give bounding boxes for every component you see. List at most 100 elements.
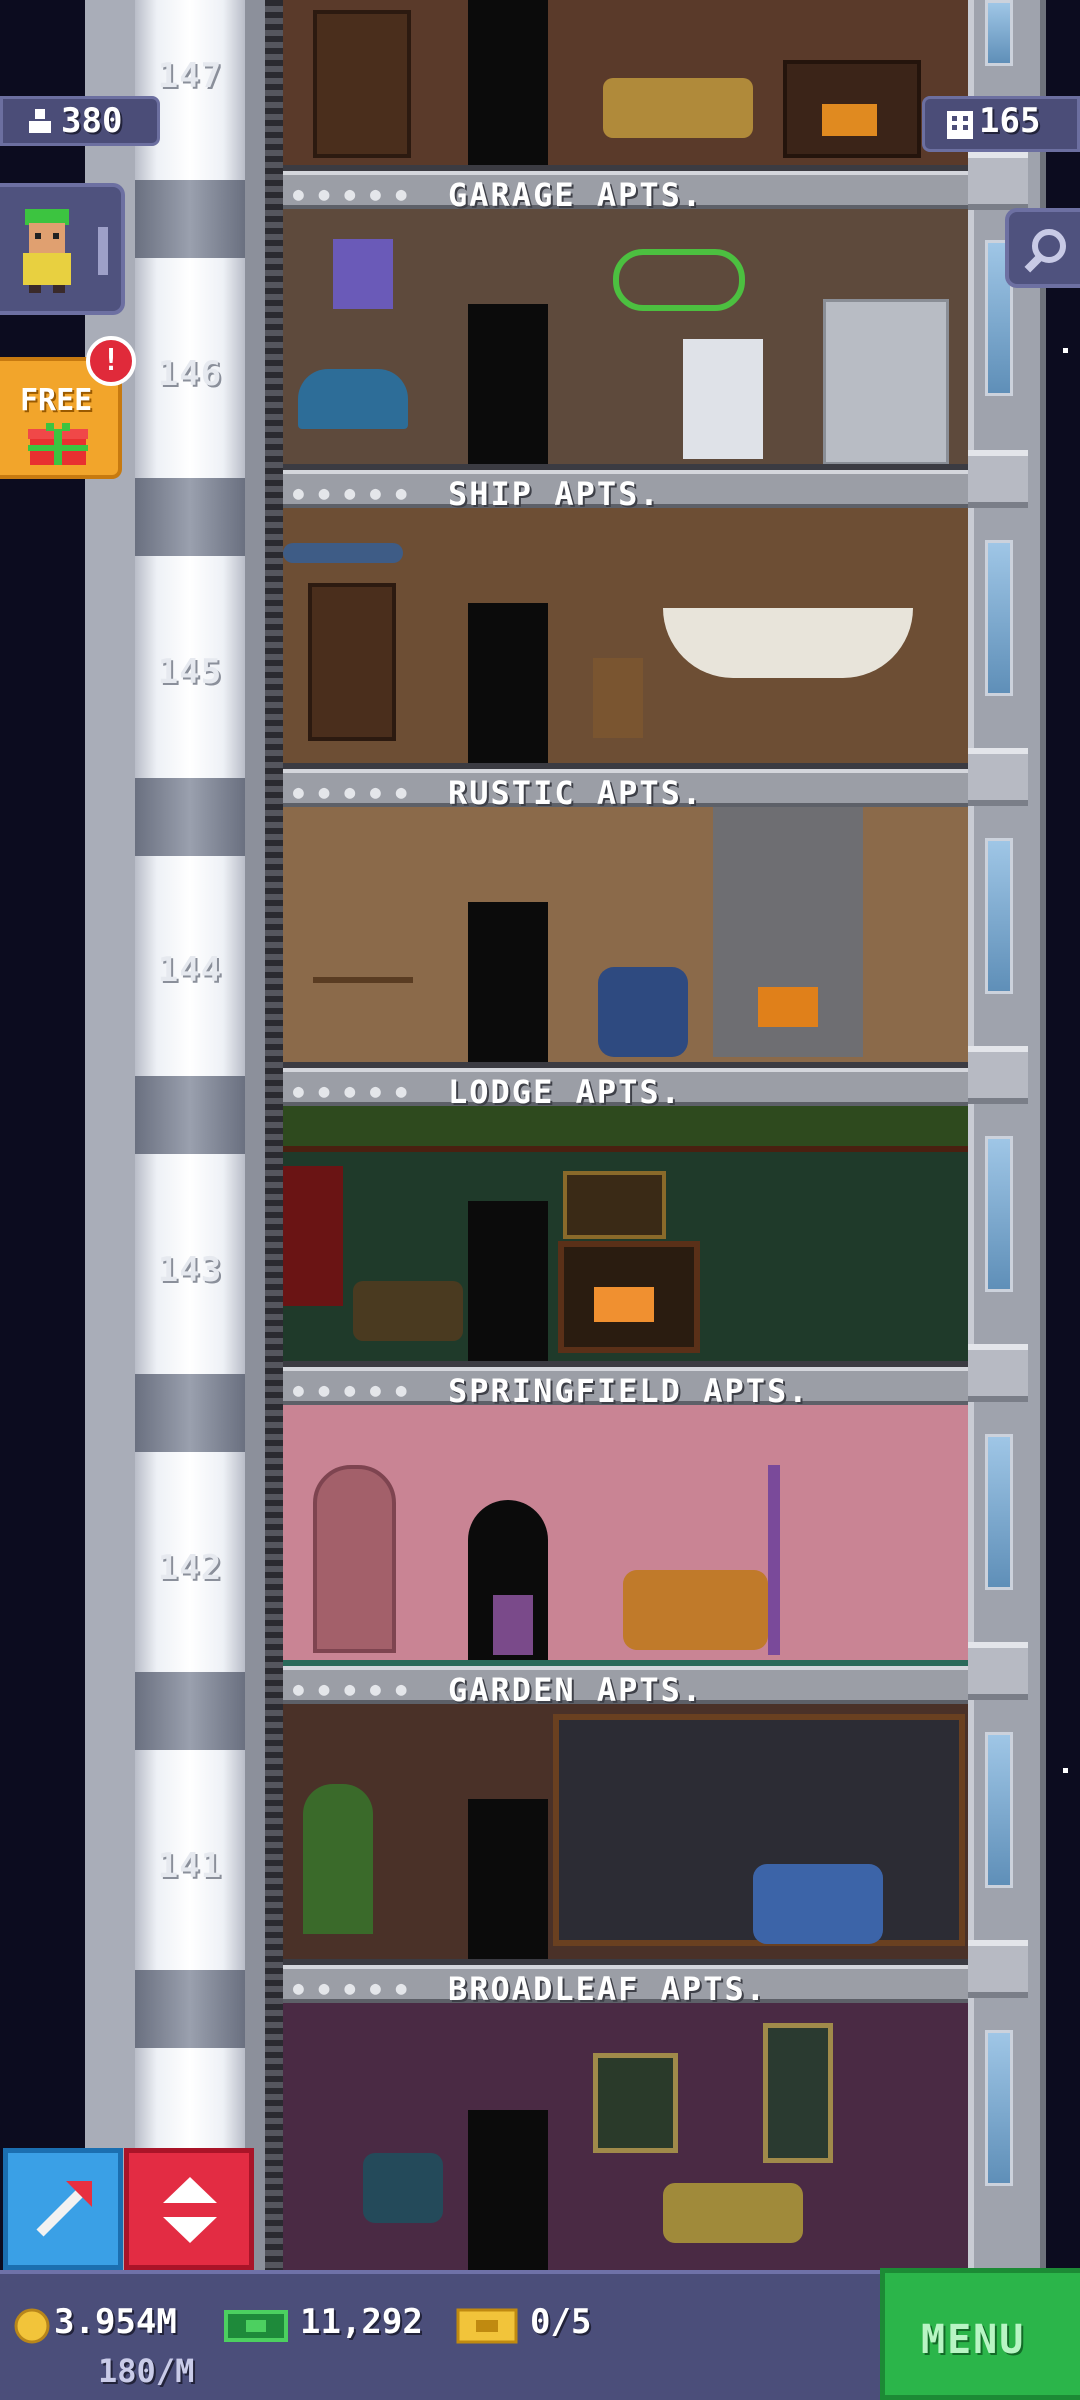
hammock bbox=[663, 608, 913, 678]
tower-ledge bbox=[968, 450, 1028, 508]
floor-lamp bbox=[768, 1465, 780, 1655]
tower-window bbox=[985, 1732, 1013, 1888]
floor-count-value: 165 bbox=[979, 101, 1041, 141]
side-table bbox=[493, 1595, 533, 1655]
ticket-icon bbox=[456, 2308, 518, 2344]
floor-sign: ● ● ● ● ● LODGE APTS. bbox=[283, 1068, 968, 1111]
room-interior bbox=[283, 0, 968, 165]
elevator-updown-icon bbox=[163, 2177, 217, 2243]
room-interior bbox=[283, 1106, 968, 1361]
floor-146[interactable]: ● ● ● ● ● GARAGE APTS. bbox=[283, 171, 968, 470]
floor-141[interactable]: ● ● ● ● ● GARDEN APTS. bbox=[283, 1666, 968, 1965]
storage-box bbox=[333, 239, 393, 309]
room-door bbox=[468, 2110, 548, 2280]
sofa bbox=[753, 1864, 883, 1944]
shaft-band bbox=[135, 478, 245, 556]
exclamation-icon bbox=[98, 227, 108, 275]
tower-ledge bbox=[968, 1940, 1028, 1998]
person-icon bbox=[29, 109, 51, 133]
painting bbox=[763, 2023, 833, 2163]
shaft-band bbox=[135, 1374, 245, 1452]
armchair bbox=[598, 967, 688, 1057]
room-door bbox=[468, 603, 548, 763]
tower-window bbox=[985, 838, 1013, 994]
motorcycle bbox=[298, 369, 408, 429]
star-rating: ● ● ● ● ● bbox=[293, 782, 409, 803]
elevator-arrow-icon bbox=[36, 2181, 92, 2237]
floor-144[interactable]: ● ● ● ● ● RUSTIC APTS. bbox=[283, 769, 968, 1068]
menu-label: MENU bbox=[921, 2317, 1026, 2363]
elevator-shaft[interactable] bbox=[135, 0, 245, 2280]
search-button[interactable] bbox=[1005, 208, 1080, 288]
painting bbox=[593, 2053, 678, 2153]
room-door bbox=[468, 902, 548, 1062]
floor-147[interactable] bbox=[283, 0, 968, 171]
free-label: FREE bbox=[20, 383, 93, 418]
arched-door bbox=[313, 1465, 396, 1653]
search-icon bbox=[1024, 229, 1066, 273]
star-rating: ● ● ● ● ● bbox=[293, 184, 409, 205]
population-value: 380 bbox=[61, 101, 123, 141]
room-interior bbox=[283, 209, 968, 465]
star bbox=[1063, 1768, 1068, 1773]
star-rating: ● ● ● ● ● bbox=[293, 1380, 409, 1401]
gift-icon bbox=[28, 423, 88, 465]
floor-142[interactable]: ● ● ● ● ● SPRINGFIELD APTS. bbox=[283, 1367, 968, 1666]
star-rating: ● ● ● ● ● bbox=[293, 1081, 409, 1102]
floor-140[interactable]: ● ● ● ● ● BROADLEAF APTS. bbox=[283, 1965, 968, 2280]
elevator-rail bbox=[265, 0, 283, 2280]
plant bbox=[303, 1784, 373, 1934]
fireplace bbox=[558, 1241, 700, 1353]
star bbox=[1063, 348, 1068, 353]
tower-window bbox=[985, 1434, 1013, 1590]
floor-sign: ● ● ● ● ● RUSTIC APTS. bbox=[283, 769, 968, 812]
floor-counter: 165 bbox=[922, 96, 1080, 152]
tower-ledge bbox=[968, 152, 1028, 210]
floor-145[interactable]: ● ● ● ● ● SHIP APTS. bbox=[283, 470, 968, 769]
notification-badge: ! bbox=[86, 336, 136, 386]
building-icon bbox=[947, 111, 973, 139]
tower-window bbox=[985, 0, 1013, 66]
tower-ledge bbox=[968, 748, 1028, 806]
room-interior bbox=[283, 508, 968, 763]
menu-button[interactable]: MENU bbox=[880, 2268, 1080, 2400]
painting bbox=[563, 1171, 666, 1239]
barrel bbox=[593, 658, 643, 738]
beams bbox=[283, 1106, 968, 1152]
sofa bbox=[353, 1281, 463, 1341]
swordfish bbox=[283, 543, 403, 563]
income-rate: 180/M bbox=[98, 2352, 195, 2390]
room-door bbox=[468, 304, 548, 464]
sofa bbox=[603, 78, 753, 138]
floor-sign: ● ● ● ● ● GARDEN APTS. bbox=[283, 1666, 968, 1709]
elevator-ride-button[interactable] bbox=[3, 2148, 123, 2270]
fridge bbox=[823, 299, 949, 465]
table bbox=[313, 977, 413, 1043]
bookshelf bbox=[308, 583, 396, 741]
tower-window bbox=[985, 2030, 1013, 2186]
tower-window bbox=[985, 540, 1013, 696]
sofa bbox=[623, 1570, 768, 1650]
sofa bbox=[663, 2183, 803, 2243]
bux-value: 11,292 bbox=[300, 2302, 423, 2342]
bux-icon bbox=[224, 2310, 288, 2342]
shaft-band bbox=[135, 778, 245, 856]
room-interior bbox=[283, 1405, 968, 1660]
coins-value: 3.954M bbox=[54, 2302, 177, 2342]
floor-sign: ● ● ● ● ● SPRINGFIELD APTS. bbox=[283, 1367, 968, 1410]
floor-number: 146 bbox=[157, 354, 223, 394]
floor-143[interactable]: ● ● ● ● ● LODGE APTS. bbox=[283, 1068, 968, 1367]
vip-bitizen-button[interactable] bbox=[0, 183, 125, 315]
floor-sign: ● ● ● ● ● BROADLEAF APTS. bbox=[283, 1965, 968, 2008]
fireplace bbox=[783, 60, 921, 158]
floor-number: 147 bbox=[157, 56, 223, 96]
elevator-control-button[interactable] bbox=[124, 2148, 254, 2270]
floor-number: 142 bbox=[157, 1548, 223, 1588]
tower-ledge bbox=[968, 1046, 1028, 1104]
floor-number: 143 bbox=[157, 1250, 223, 1290]
curtain bbox=[283, 1166, 343, 1306]
population-counter: 380 bbox=[0, 96, 160, 146]
shaft-band bbox=[135, 180, 245, 258]
floor-number: 144 bbox=[157, 950, 223, 990]
tower-window bbox=[985, 1136, 1013, 1292]
